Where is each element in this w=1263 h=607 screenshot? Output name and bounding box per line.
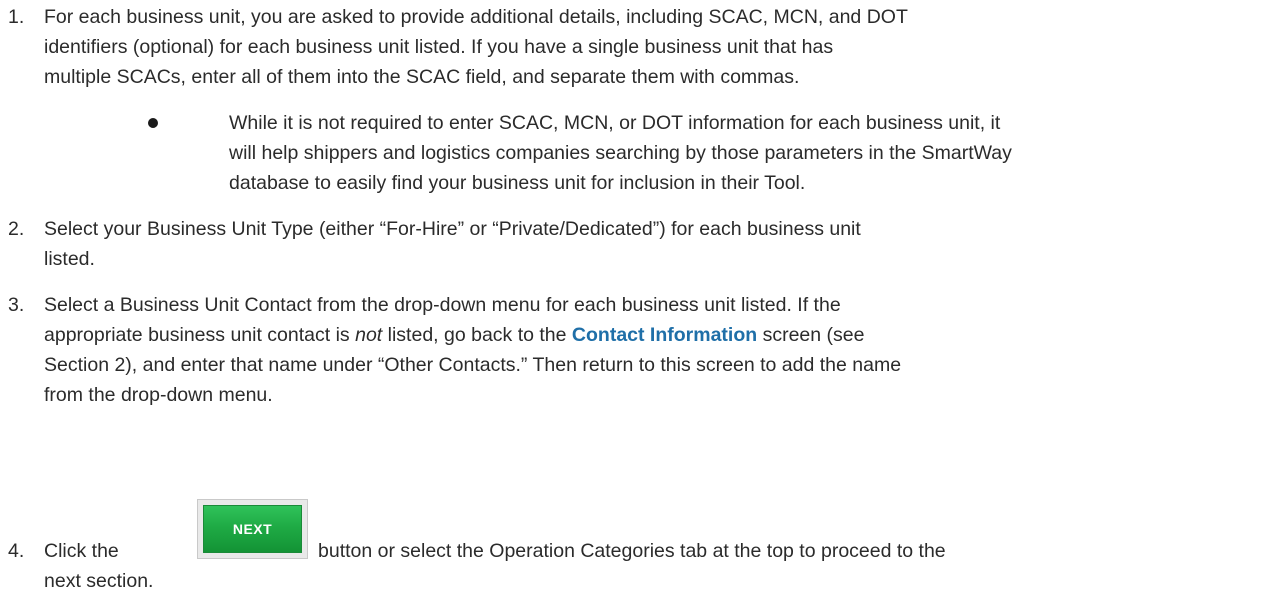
bullet-line-1: While it is not required to enter SCAC, … — [229, 112, 1001, 134]
step-4-line-2: next section. — [44, 570, 154, 592]
step-number: 4. — [8, 540, 25, 562]
next-button[interactable]: NEXT — [197, 499, 308, 559]
bullet-line-2: will help shippers and logistics compani… — [229, 142, 1012, 164]
step-3-text: appropriate business unit contact is — [44, 324, 356, 346]
contact-information-link[interactable]: Contact Information — [572, 324, 757, 346]
step-1-line-3: multiple SCACs, enter all of them into t… — [44, 66, 800, 88]
emphasis-not: not — [355, 324, 383, 346]
bullet-dot-icon — [148, 118, 158, 128]
bullet-line-3: database to easily find your business un… — [229, 172, 806, 194]
step-1-line-1: For each business unit, you are asked to… — [44, 6, 908, 28]
step-4-pre-text: Click the — [44, 540, 119, 562]
next-button-label: NEXT — [232, 521, 273, 537]
step-4-post-text: button or select the Operation Categorie… — [318, 540, 946, 562]
instructions-document: 1. For each business unit, you are asked… — [0, 0, 1263, 607]
step-3-text: screen (see — [757, 324, 865, 346]
step-number: 3. — [8, 294, 25, 316]
step-3-text: listed, go back to the — [382, 324, 572, 346]
step-3-line-4: from the drop-down menu. — [44, 384, 273, 406]
step-3-line-3: Section 2), and enter that name under “O… — [44, 354, 902, 376]
step-number: 1. — [8, 6, 25, 28]
next-button-face: NEXT — [203, 505, 302, 553]
step-number: 2. — [8, 218, 25, 240]
step-2-line-1: Select your Business Unit Type (either “… — [44, 218, 861, 240]
step-2-line-2: listed. — [44, 248, 95, 270]
step-3-line-2: appropriate business unit contact is not… — [44, 320, 864, 350]
step-1-line-2: identifiers (optional) for each business… — [44, 36, 834, 58]
step-3-line-1: Select a Business Unit Contact from the … — [44, 294, 841, 316]
